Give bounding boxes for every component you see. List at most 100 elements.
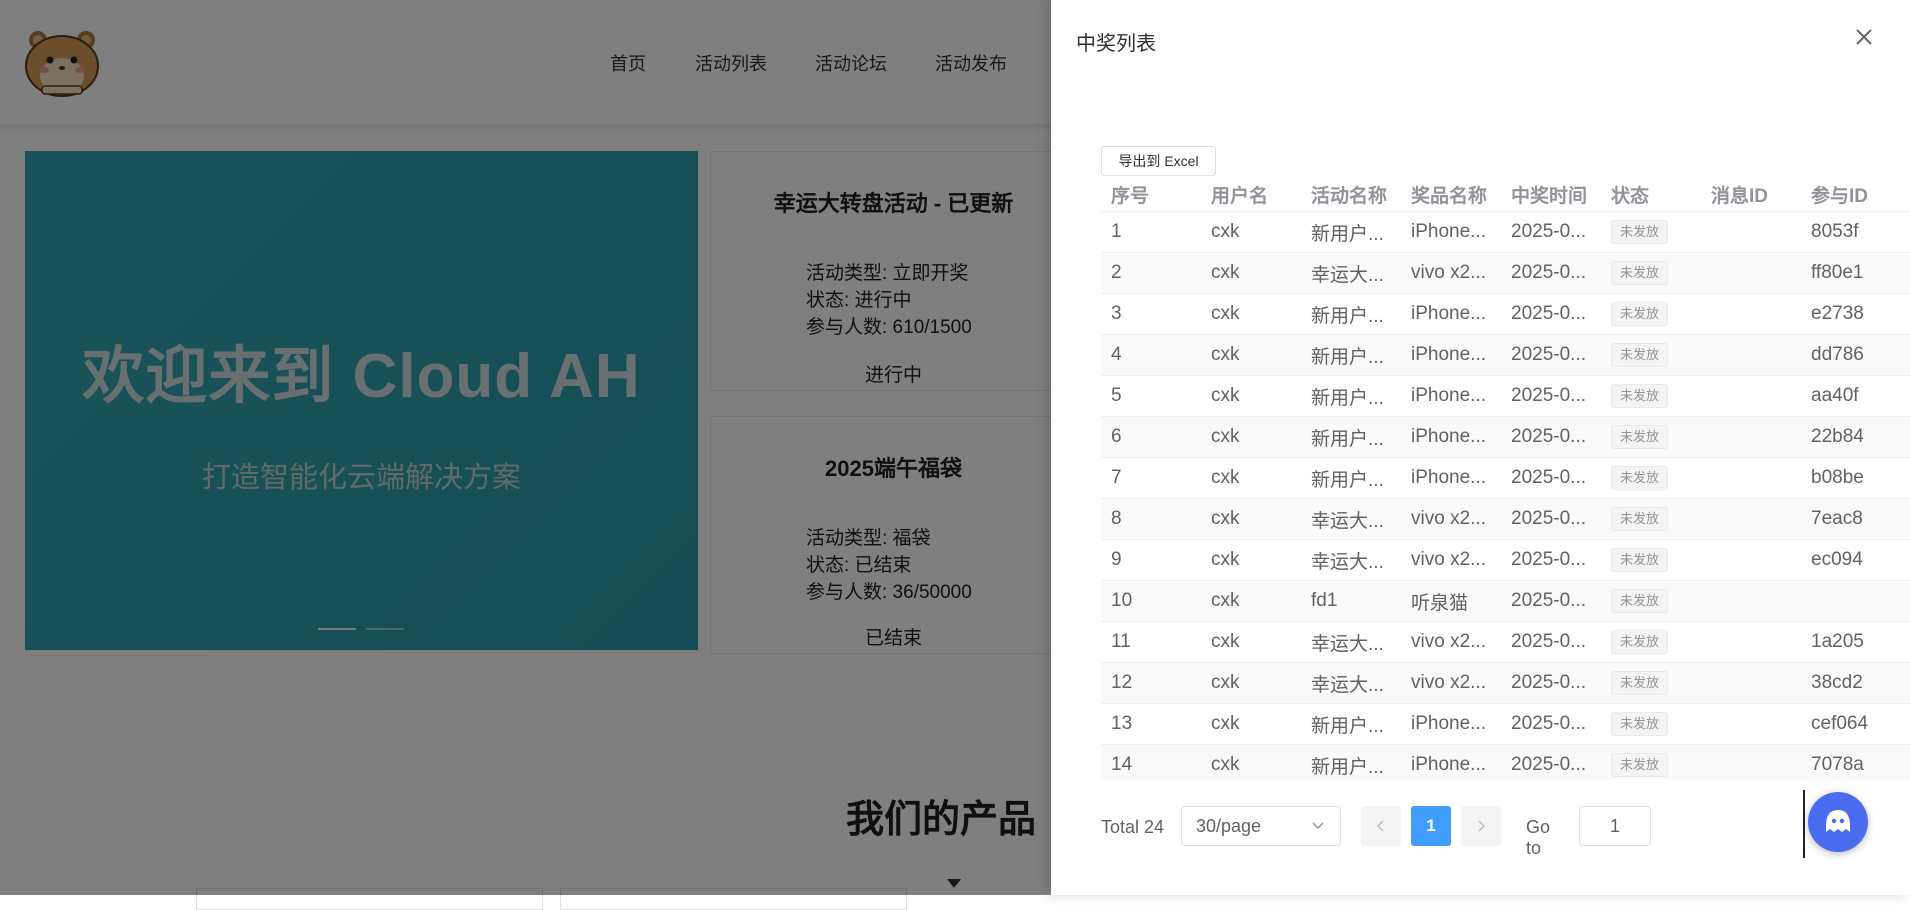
table-cell-user: cxk [1201, 703, 1301, 745]
table-row[interactable]: 11 cxk 幸运大... vivo x2... 2025-0... 未发放 1a205 [1101, 621, 1910, 663]
status-badge: 未发放 [1611, 343, 1669, 367]
table-cell-prize: iPhone... [1401, 416, 1501, 458]
table-cell-prize: iPhone... [1401, 457, 1501, 499]
table-row[interactable]: 4 cxk 新用户... iPhone... 2025-0... 未发放 dd786 [1101, 334, 1910, 376]
prev-page-button[interactable] [1361, 806, 1401, 846]
table-cell-status: 未发放 [1601, 293, 1701, 335]
page-size-select[interactable]: 30/page [1181, 806, 1341, 846]
table-cell-prize: iPhone... [1401, 375, 1501, 417]
table-cell-idx: 2 [1101, 252, 1201, 294]
table-cell-activity: 新用户... [1301, 211, 1401, 253]
table-cell-idx: 3 [1101, 293, 1201, 335]
table-cell-user: cxk [1201, 375, 1301, 417]
status-badge: 未发放 [1611, 753, 1669, 777]
table-cell-prize: vivo x2... [1401, 252, 1501, 294]
chevron-right-icon [1478, 820, 1486, 832]
table-cell-user: cxk [1201, 621, 1301, 663]
table-cell-time: 2025-0... [1501, 334, 1601, 376]
table-row[interactable]: 1 cxk 新用户... iPhone... 2025-0... 未发放 8053f [1101, 211, 1910, 253]
status-badge: 未发放 [1611, 671, 1669, 695]
table-row[interactable]: 10 cxk fd1 听泉猫 2025-0... 未发放 [1101, 580, 1910, 622]
table-cell-time: 2025-0... [1501, 211, 1601, 253]
table-cell-pid: ff80e1 [1801, 252, 1910, 294]
table-row[interactable]: 7 cxk 新用户... iPhone... 2025-0... 未发放 b08be [1101, 457, 1910, 499]
table-cell-time: 2025-0... [1501, 293, 1601, 335]
table-cell-pid [1801, 580, 1910, 622]
table-cell-idx: 12 [1101, 662, 1201, 704]
table-row[interactable]: 8 cxk 幸运大... vivo x2... 2025-0... 未发放 7eac8 [1101, 498, 1910, 540]
table-cell-idx: 11 [1101, 621, 1201, 663]
table-cell-time: 2025-0... [1501, 416, 1601, 458]
table-cell-idx: 1 [1101, 211, 1201, 253]
table-cell-prize: iPhone... [1401, 703, 1501, 745]
table-row[interactable]: 6 cxk 新用户... iPhone... 2025-0... 未发放 22b84 [1101, 416, 1910, 458]
table-cell-time: 2025-0... [1501, 662, 1601, 704]
column-header: 状态 [1601, 178, 1701, 212]
table-header-row: 序号 用户名 活动名称 奖品名称 中奖时间 状态 消息ID 参与ID [1101, 178, 1910, 212]
table-row[interactable]: 13 cxk 新用户... iPhone... 2025-0... 未发放 cef064 [1101, 703, 1910, 745]
table-cell-pid: dd786 [1801, 334, 1910, 376]
table-cell-status: 未发放 [1601, 375, 1701, 417]
status-badge: 未发放 [1611, 507, 1669, 531]
table-cell-activity: 新用户... [1301, 293, 1401, 335]
table-cell-msg [1701, 539, 1801, 581]
table-cell-user: cxk [1201, 662, 1301, 704]
page-size-value: 30/page [1196, 816, 1262, 836]
table-cell-activity: 幸运大... [1301, 252, 1401, 294]
status-badge: 未发放 [1611, 302, 1669, 326]
table-row[interactable]: 12 cxk 幸运大... vivo x2... 2025-0... 未发放 38cd2 [1101, 662, 1910, 704]
table-cell-prize: vivo x2... [1401, 539, 1501, 581]
table-cell-prize: iPhone... [1401, 293, 1501, 335]
table-cell-pid: cef064 [1801, 703, 1910, 745]
table-cell-prize: 听泉猫 [1401, 580, 1501, 622]
status-badge: 未发放 [1611, 712, 1669, 736]
table-cell-time: 2025-0... [1501, 703, 1601, 745]
table-cell-prize: vivo x2... [1401, 621, 1501, 663]
table-cell-msg [1701, 662, 1801, 704]
pagination-total: Total 24 [1101, 817, 1165, 837]
table-row[interactable]: 14 cxk 新用户... iPhone... 2025-0... 未发放 7078a [1101, 744, 1910, 780]
table-cell-time: 2025-0... [1501, 580, 1601, 622]
table-row[interactable]: 3 cxk 新用户... iPhone... 2025-0... 未发放 e2738 [1101, 293, 1910, 335]
next-page-button[interactable] [1461, 806, 1501, 846]
goto-label: Go to [1526, 817, 1551, 858]
table-cell-msg [1701, 744, 1801, 780]
chat-assistant-button[interactable] [1808, 792, 1868, 852]
table-cell-user: cxk [1201, 457, 1301, 499]
table-cell-activity: 新用户... [1301, 416, 1401, 458]
table-cell-idx: 14 [1101, 744, 1201, 780]
table-row[interactable]: 5 cxk 新用户... iPhone... 2025-0... 未发放 aa40f [1101, 375, 1910, 417]
close-button[interactable] [1851, 24, 1877, 50]
table-cell-user: cxk [1201, 293, 1301, 335]
table-cell-status: 未发放 [1601, 744, 1701, 780]
column-header: 参与ID [1801, 178, 1910, 212]
winner-table: 序号 用户名 活动名称 奖品名称 中奖时间 状态 消息ID 参与ID 1 cxk 新用户... iP… [1101, 178, 1910, 780]
table-cell-pid: 1a205 [1801, 621, 1910, 663]
table-cell-time: 2025-0... [1501, 744, 1601, 780]
table-cell-msg [1701, 498, 1801, 540]
export-excel-button[interactable]: 导出到 Excel [1101, 146, 1216, 176]
table-cell-idx: 4 [1101, 334, 1201, 376]
table-cell-status: 未发放 [1601, 252, 1701, 294]
drawer-title: 中奖列表 [1076, 33, 1156, 55]
table-row[interactable]: 2 cxk 幸运大... vivo x2... 2025-0... 未发放 ff80e1 [1101, 252, 1910, 294]
table-cell-time: 2025-0... [1501, 621, 1601, 663]
table-cell-msg [1701, 293, 1801, 335]
winner-list-drawer: 中奖列表 导出到 Excel 序号 用户名 活动名称 奖品名称 中奖时间 状态 消息ID 参与… [1051, 0, 1910, 895]
table-cell-idx: 5 [1101, 375, 1201, 417]
table-cell-status: 未发放 [1601, 498, 1701, 540]
goto-page-input[interactable]: 1 [1579, 806, 1651, 846]
column-header: 消息ID [1701, 178, 1801, 212]
table-cell-activity: 幸运大... [1301, 539, 1401, 581]
chevron-down-icon [1312, 822, 1324, 830]
status-badge: 未发放 [1611, 589, 1669, 613]
table-cell-activity: 新用户... [1301, 457, 1401, 499]
table-cell-msg [1701, 375, 1801, 417]
table-cell-user: cxk [1201, 252, 1301, 294]
table-cell-time: 2025-0... [1501, 375, 1601, 417]
table-row[interactable]: 9 cxk 幸运大... vivo x2... 2025-0... 未发放 ec094 [1101, 539, 1910, 581]
table-cell-user: cxk [1201, 744, 1301, 780]
table-cell-msg [1701, 580, 1801, 622]
table-cell-msg [1701, 457, 1801, 499]
page-number-1[interactable]: 1 [1411, 806, 1451, 846]
